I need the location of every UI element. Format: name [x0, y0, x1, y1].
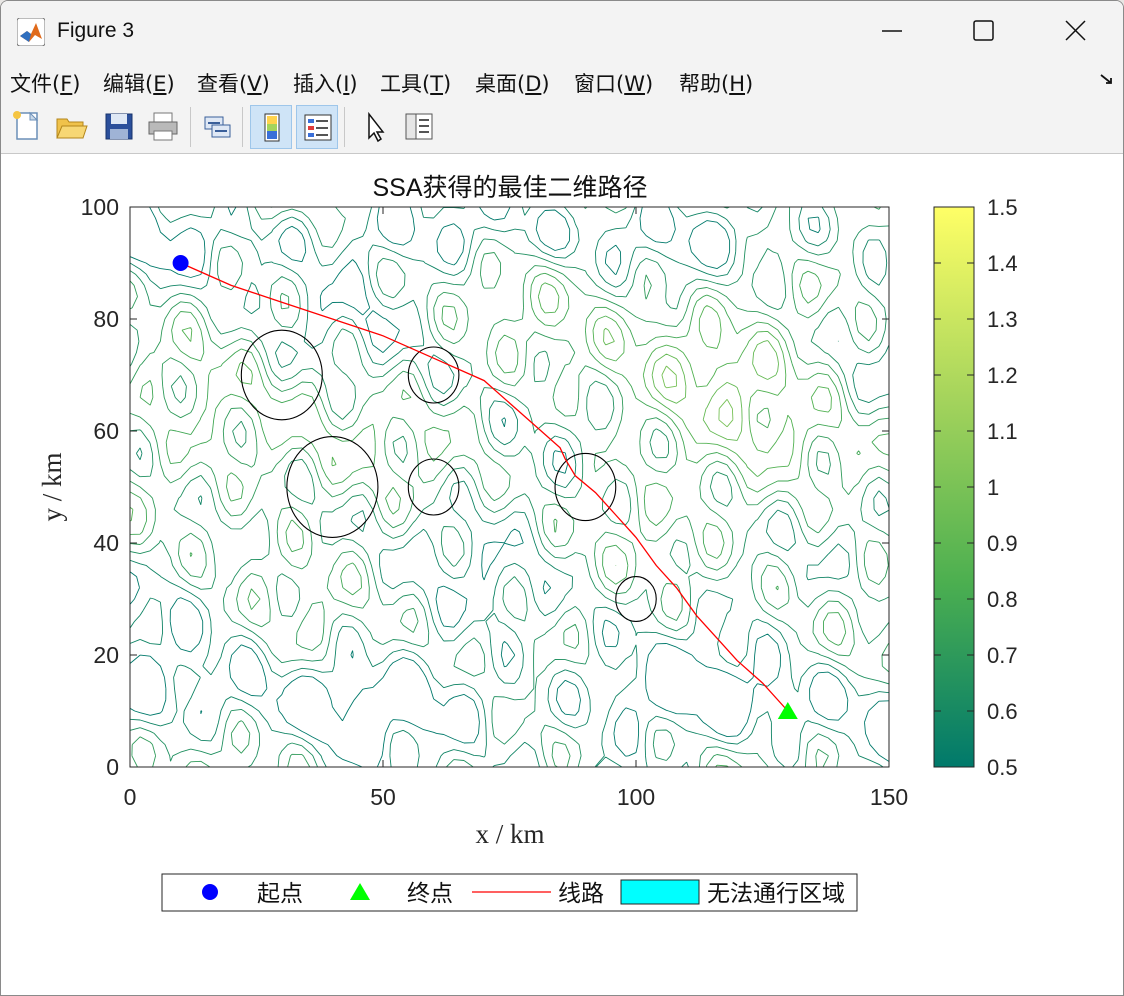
colorbar-tick-label: 0.5 — [987, 755, 1018, 780]
open-file-icon — [56, 118, 88, 139]
property-inspector-icon — [405, 113, 433, 140]
y-tick-label: 40 — [93, 530, 119, 556]
legend[interactable]: 起点 终点 线路 无法通行区域 — [161, 873, 858, 912]
colorbar-button[interactable] — [250, 105, 292, 149]
link-plot-icon — [204, 116, 231, 138]
figure-window: Figure 3 文件(F) 编辑(E) 查看(V) 插入(I) 工具(T) 桌面(D) 窗… — [0, 0, 1124, 996]
new-figure-button[interactable] — [6, 105, 48, 149]
x-tick-label: 100 — [617, 784, 655, 810]
window-title: Figure 3 — [57, 19, 135, 42]
colorbar-tick-label: 1.5 — [987, 195, 1018, 220]
colorbar-tick-label: 0.6 — [987, 699, 1018, 724]
matlab-icon — [17, 18, 45, 46]
start-point — [172, 255, 189, 271]
print-button[interactable] — [142, 105, 184, 149]
toolbar-separator — [344, 107, 345, 147]
legend-obstacle-marker — [620, 879, 700, 905]
minimize-button[interactable] — [846, 1, 938, 61]
colorbar-tick-label: 1.1 — [987, 419, 1018, 444]
save-icon — [105, 113, 133, 140]
save-button[interactable] — [98, 105, 140, 149]
colorbar-tick-label: 1.4 — [987, 251, 1018, 276]
open-file-button[interactable] — [50, 105, 92, 149]
y-tick-label: 100 — [81, 194, 119, 220]
legend-icon — [304, 114, 332, 141]
toolbar-separator — [190, 107, 191, 147]
pointer-icon — [368, 111, 385, 143]
colorbar-tick-label: 0.8 — [987, 587, 1018, 612]
menu-item-4[interactable]: 工具(T) — [380, 68, 451, 98]
menu-item-3[interactable]: 插入(I) — [293, 68, 358, 98]
menu-item-1[interactable]: 编辑(E) — [103, 68, 175, 98]
property-inspector-button[interactable] — [398, 105, 440, 149]
legend-label: 线路 — [558, 880, 604, 906]
x-tick-label: 150 — [870, 784, 908, 810]
menu-item-6[interactable]: 窗口(W) — [574, 68, 653, 98]
y-axis-label: y / km — [37, 452, 67, 521]
legend-button[interactable] — [296, 105, 338, 149]
colorbar-tick-label: 1 — [987, 475, 999, 500]
colorbar-tick-label: 0.7 — [987, 643, 1018, 668]
y-tick-label: 20 — [93, 642, 119, 668]
menu-item-7[interactable]: 帮助(H) — [679, 68, 753, 98]
x-axis-label: x / km — [475, 819, 544, 849]
y-tick-label: 0 — [106, 754, 119, 780]
maximize-button[interactable] — [937, 1, 1029, 61]
colorbar-tick-label: 1.3 — [987, 307, 1018, 332]
legend-label: 起点 — [257, 880, 303, 906]
toolbar-separator — [242, 107, 243, 147]
print-icon — [148, 112, 178, 141]
colorbar-icon — [264, 113, 280, 142]
x-tick-label: 0 — [124, 784, 137, 810]
legend-label: 终点 — [407, 880, 453, 906]
close-button[interactable] — [1029, 1, 1121, 61]
menu-item-2[interactable]: 查看(V) — [197, 68, 270, 98]
colorbar-tick-label: 1.2 — [987, 363, 1018, 388]
title-bar[interactable]: Figure 3 — [1, 1, 1123, 61]
figure-canvas: 0 50 100 150 0 20 40 60 80 100 SSA获得的最佳二维路径 x / … — [37, 174, 1018, 912]
chart-title: SSA获得的最佳二维路径 — [372, 174, 647, 202]
new-figure-icon — [13, 111, 39, 140]
menu-item-0[interactable]: 文件(F) — [10, 68, 81, 98]
pointer-button[interactable] — [354, 105, 396, 149]
legend-label: 无法通行区域 — [707, 880, 845, 906]
legend-start-marker — [202, 884, 218, 900]
x-tick-label: 50 — [370, 784, 396, 810]
link-plot-button[interactable] — [196, 105, 238, 149]
colorbar-tick-label: 0.9 — [987, 531, 1018, 556]
y-tick-label: 80 — [93, 306, 119, 332]
menu-item-5[interactable]: 桌面(D) — [475, 68, 550, 98]
dock-arrow-icon[interactable] — [1099, 72, 1115, 88]
y-tick-label: 60 — [93, 418, 119, 444]
